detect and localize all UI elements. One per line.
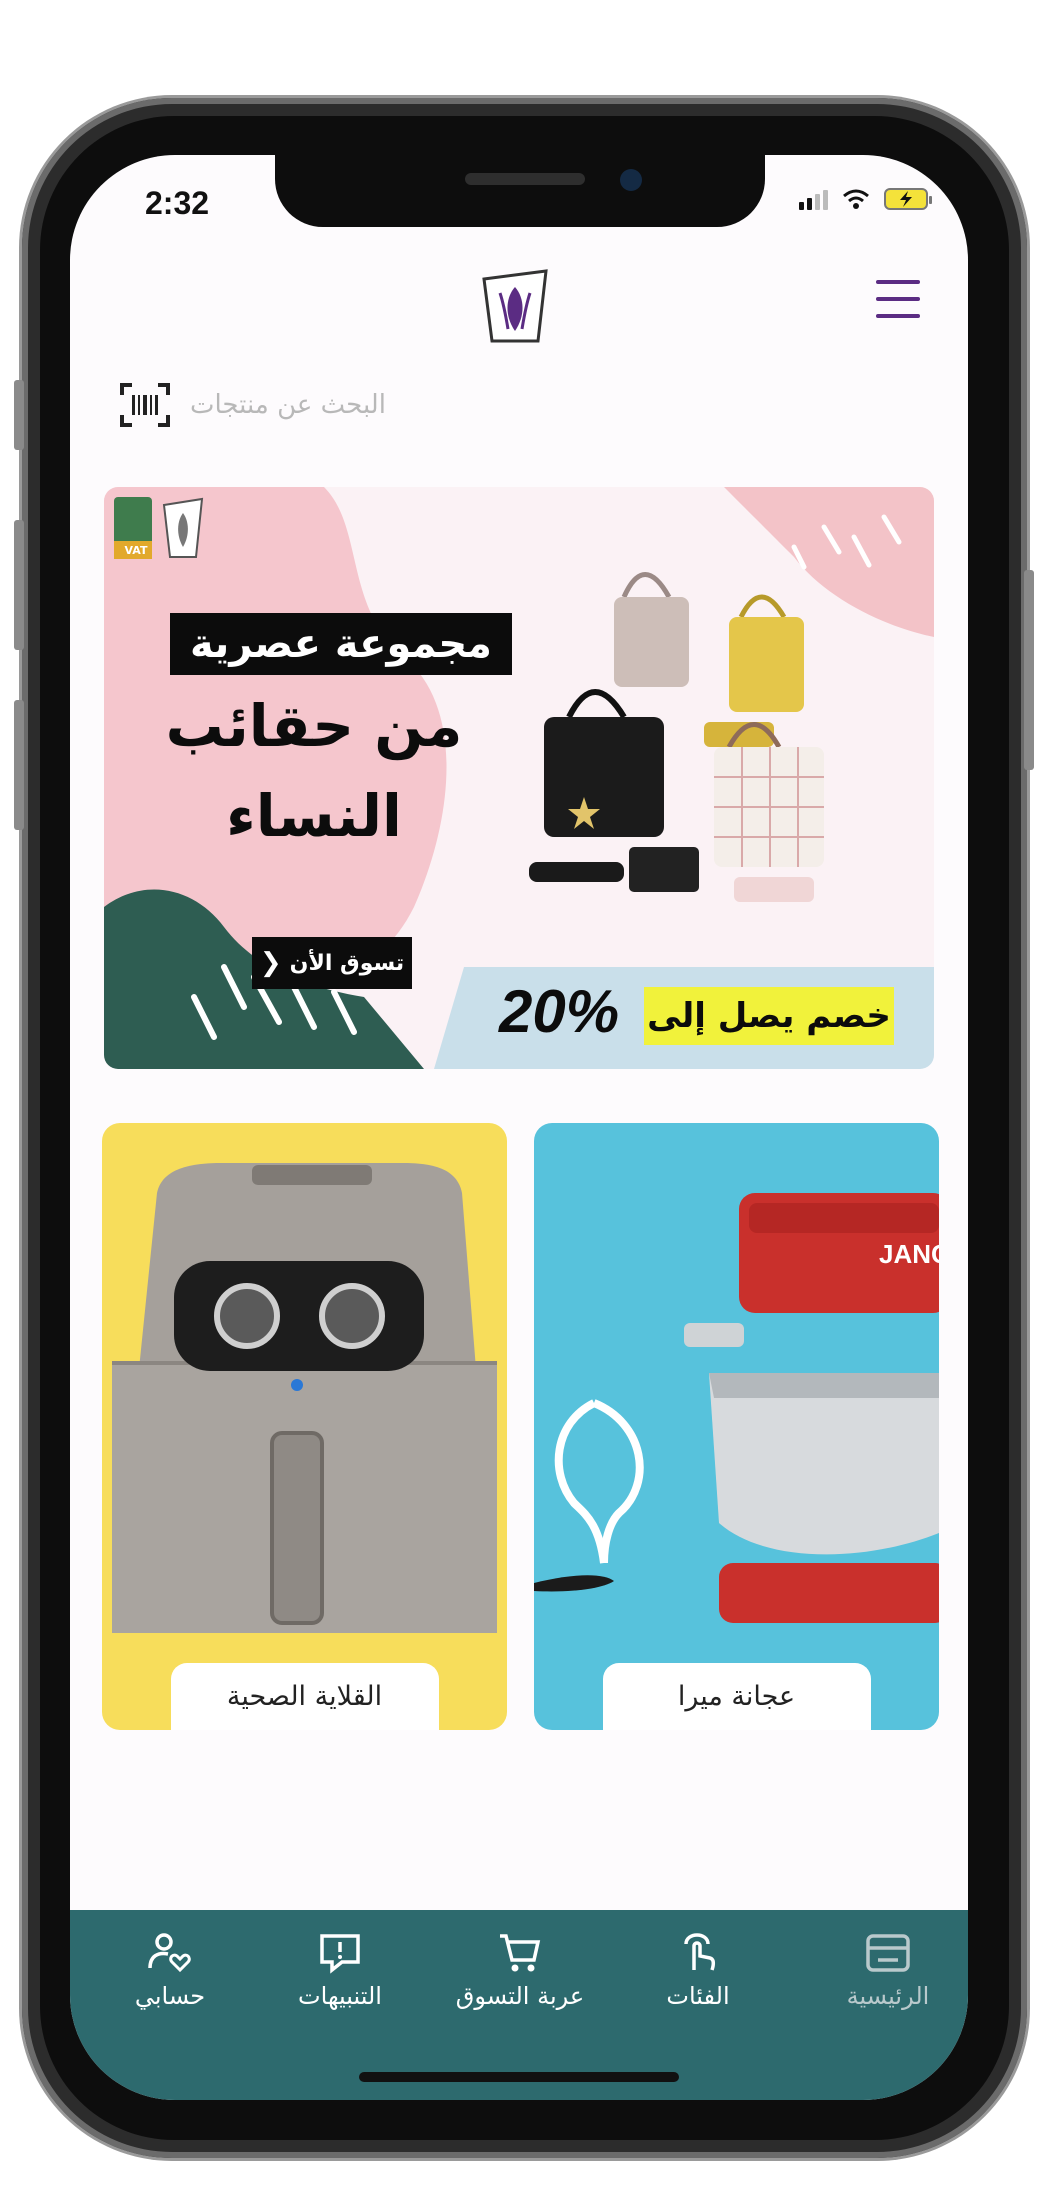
status-time: 2:32 [145, 185, 210, 221]
nav-categories[interactable]: الفئات [618, 1930, 778, 2010]
hamburger-menu-icon[interactable] [876, 280, 920, 318]
product-card-mixer[interactable]: JANC عجانة ميرا [534, 1123, 939, 1730]
product-card-label: عجانة ميرا [602, 1663, 871, 1730]
search-input[interactable]: البحث عن منتجات [190, 377, 928, 433]
user-heart-icon [148, 1933, 191, 1973]
vat-badge-text: VAT [124, 544, 148, 557]
shop-now-button[interactable]: تسوق الأن ❮ [252, 937, 412, 989]
alert-message-icon [320, 1934, 360, 1974]
bottom-nav: الرئيسية الفئات عربة التسوق التنبيهات حس… [70, 1910, 968, 2100]
nav-account[interactable]: حسابي [90, 1930, 250, 2010]
banner-headline-1: مجموعة عصرية [170, 613, 512, 675]
home-indicator [359, 2072, 679, 2082]
wifi-icon [843, 189, 869, 209]
app-screen: 2:32 البحث عن منتجات VAT مجموعة عصرية من… [70, 155, 968, 2100]
nav-cart[interactable]: عربة التسوق [440, 1930, 600, 2010]
air-fryer-image [112, 1163, 497, 1633]
volume-down-button [14, 700, 24, 830]
search-placeholder: البحث عن منتجات [190, 390, 386, 420]
nav-categories-label: الفئات [666, 1982, 730, 2010]
shop-now-label: تسوق الأن [289, 950, 405, 976]
banner-headline-3: النساء [226, 782, 402, 850]
brand-logo [482, 269, 548, 343]
chevron-left-icon: ❮ [259, 948, 282, 978]
nav-notifications[interactable]: التنبيهات [260, 1930, 420, 2010]
power-button [1024, 570, 1034, 770]
cart-icon [500, 1934, 541, 1972]
signal-icon [799, 188, 828, 210]
product-card-air-fryer[interactable]: القلاية الصحية [102, 1123, 507, 1730]
promo-banner[interactable]: VAT مجموعة عصرية من حقائب النساء تسوق ال… [104, 487, 934, 1069]
svg-text:JANC: JANC [879, 1239, 939, 1269]
camera [620, 169, 642, 191]
nav-cart-label: عربة التسوق [455, 1982, 585, 2010]
home-store-icon [866, 1934, 910, 1972]
battery-icon [884, 188, 932, 210]
side-button [14, 380, 24, 450]
volume-up-button [14, 520, 24, 650]
speaker [465, 173, 585, 185]
product-card-label: القلاية الصحية [170, 1663, 439, 1730]
nav-account-label: حسابي [134, 1982, 206, 2010]
barcode-scan-icon[interactable] [120, 383, 170, 427]
nav-home[interactable]: الرئيسية [808, 1930, 968, 2010]
stand-mixer-image: JANC [534, 1193, 939, 1623]
status-icons [799, 188, 932, 210]
discount-label: خصم يصل إلى [644, 987, 894, 1045]
banner-headline-2: من حقائب [165, 692, 463, 760]
discount-value: 20% [498, 978, 620, 1045]
notch [275, 155, 765, 227]
nav-notifications-label: التنبيهات [298, 1982, 382, 2010]
touch-icon [684, 1933, 716, 1971]
nav-home-label: الرئيسية [846, 1982, 930, 2010]
